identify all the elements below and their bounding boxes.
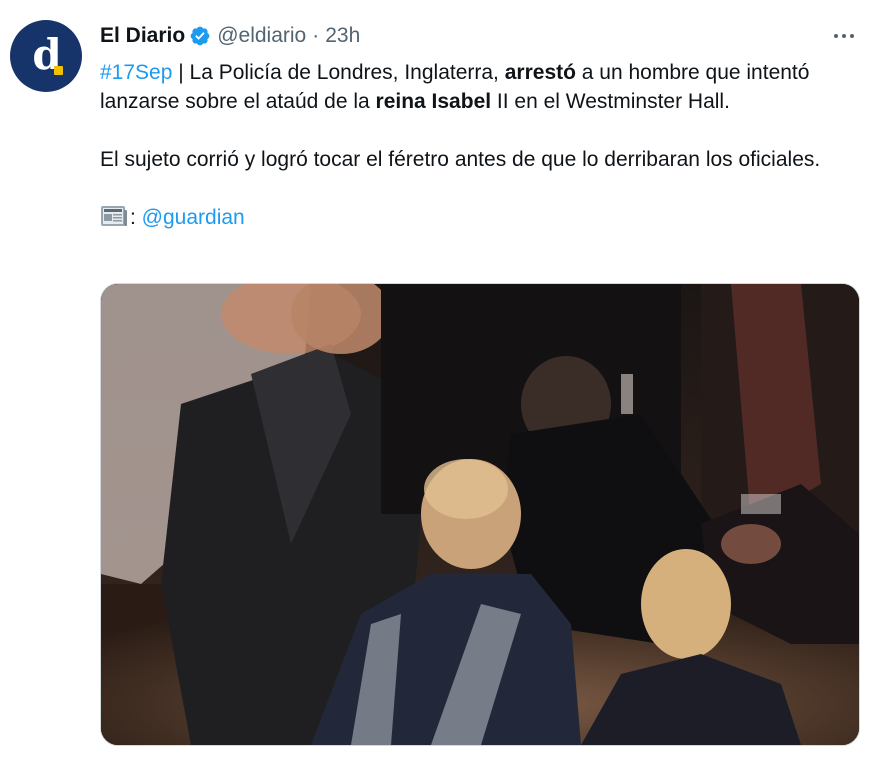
display-name[interactable]: El Diario [100, 24, 185, 48]
text-segment: | La Policía de Londres, Inglaterra, [172, 61, 505, 84]
video-thumbnail[interactable] [100, 283, 860, 746]
avatar-dot [54, 66, 63, 75]
timestamp[interactable]: 23h [325, 24, 360, 48]
mention-link[interactable]: @guardian [142, 206, 245, 229]
avatar-letter: d [32, 30, 61, 79]
author-handle[interactable]: @eldiario [217, 24, 306, 48]
tweet-header: El Diario @eldiario · 23h [100, 22, 360, 50]
tweet-paragraph-3: : @guardian [100, 203, 860, 232]
newspaper-icon [100, 204, 128, 228]
colon: : [130, 206, 142, 229]
verified-badge-icon [189, 25, 211, 47]
avatar[interactable]: d [10, 20, 82, 92]
more-dot [842, 34, 846, 38]
bold-text: reina Isabel [375, 90, 492, 113]
more-dot [850, 34, 854, 38]
hashtag-link[interactable]: #17Sep [100, 61, 172, 84]
tweet: d El Diario @eldiario · 23h #17Sep | La … [0, 0, 874, 759]
tweet-paragraph-1: #17Sep | La Policía de Londres, Inglater… [100, 58, 860, 116]
text-segment: II en el Westminster Hall. [491, 90, 730, 113]
header-separator: · [312, 24, 320, 47]
more-options-icon[interactable] [826, 24, 862, 48]
tweet-paragraph-2: El sujeto corrió y logró tocar el féretr… [100, 148, 821, 171]
bold-text: arrestó [504, 61, 576, 84]
tweet-text: #17Sep | La Policía de Londres, Inglater… [100, 58, 860, 232]
video-frame-illustration [101, 284, 859, 745]
more-dot [834, 34, 838, 38]
